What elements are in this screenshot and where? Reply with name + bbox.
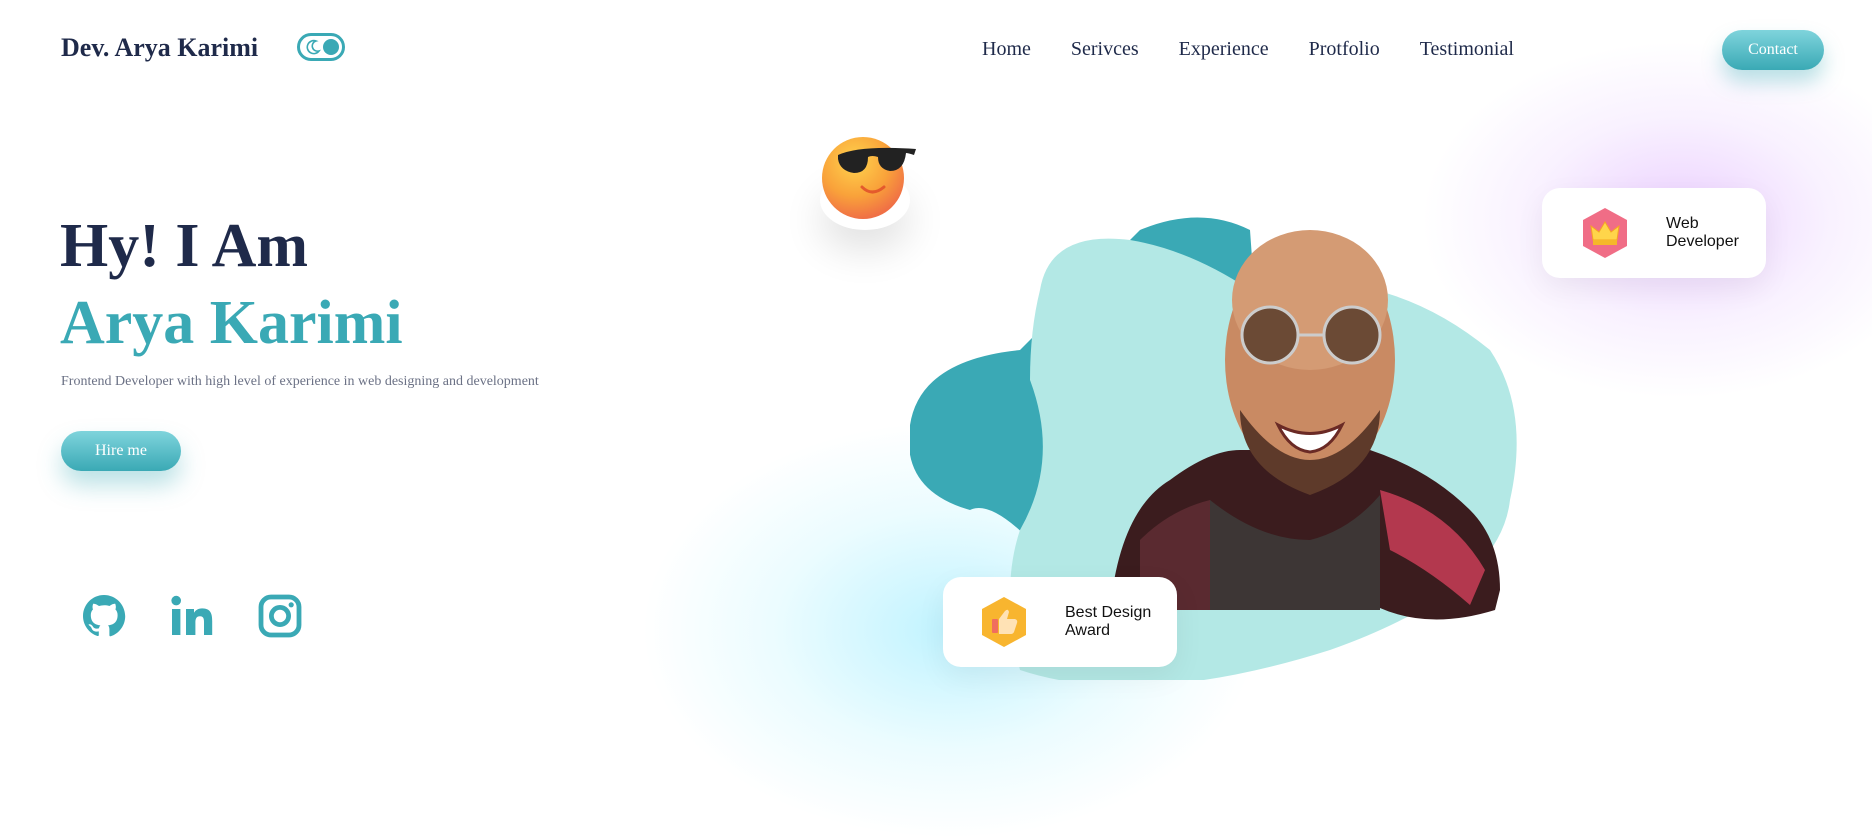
- site-logo[interactable]: Dev. Arya Karimi: [61, 33, 258, 63]
- hero-name: Arya Karimi: [60, 289, 403, 357]
- hero-greeting: Hy! I Am: [60, 212, 308, 280]
- nav-portfolio[interactable]: Protfolio: [1309, 38, 1380, 61]
- nav-experience[interactable]: Experience: [1179, 38, 1269, 61]
- web-developer-label: Web Developer: [1666, 215, 1766, 250]
- theme-toggle[interactable]: [297, 33, 345, 61]
- card-award-line2: Award: [1065, 622, 1111, 639]
- card-web-line2: Developer: [1666, 233, 1739, 250]
- card-award-line1: Best Design: [1065, 604, 1152, 622]
- web-developer-card: Web Developer: [1542, 188, 1766, 278]
- crown-icon: [1583, 208, 1627, 258]
- linkedin-icon[interactable]: [168, 592, 216, 640]
- hero-description: Frontend Developer with high level of ex…: [61, 374, 539, 389]
- toggle-knob: [323, 39, 339, 55]
- github-icon[interactable]: [80, 592, 128, 640]
- nav-testimonial[interactable]: Testimonial: [1420, 38, 1514, 61]
- hire-me-button[interactable]: Hire me: [61, 431, 181, 471]
- contact-button[interactable]: Contact: [1722, 30, 1824, 70]
- award-label: Best Design Award: [1065, 604, 1165, 639]
- social-links: [80, 592, 304, 640]
- main-nav: Home Serivces Experience Protfolio Testi…: [982, 38, 1514, 61]
- best-design-award-card: Best Design Award: [943, 577, 1177, 667]
- card-web-line1: Web: [1666, 215, 1699, 233]
- instagram-icon[interactable]: [256, 592, 304, 640]
- thumbs-up-icon: [982, 597, 1026, 647]
- moon-icon: [306, 39, 321, 55]
- sunglasses-emoji-icon: [822, 137, 916, 219]
- nav-home[interactable]: Home: [982, 38, 1031, 61]
- nav-services[interactable]: Serivces: [1071, 38, 1139, 61]
